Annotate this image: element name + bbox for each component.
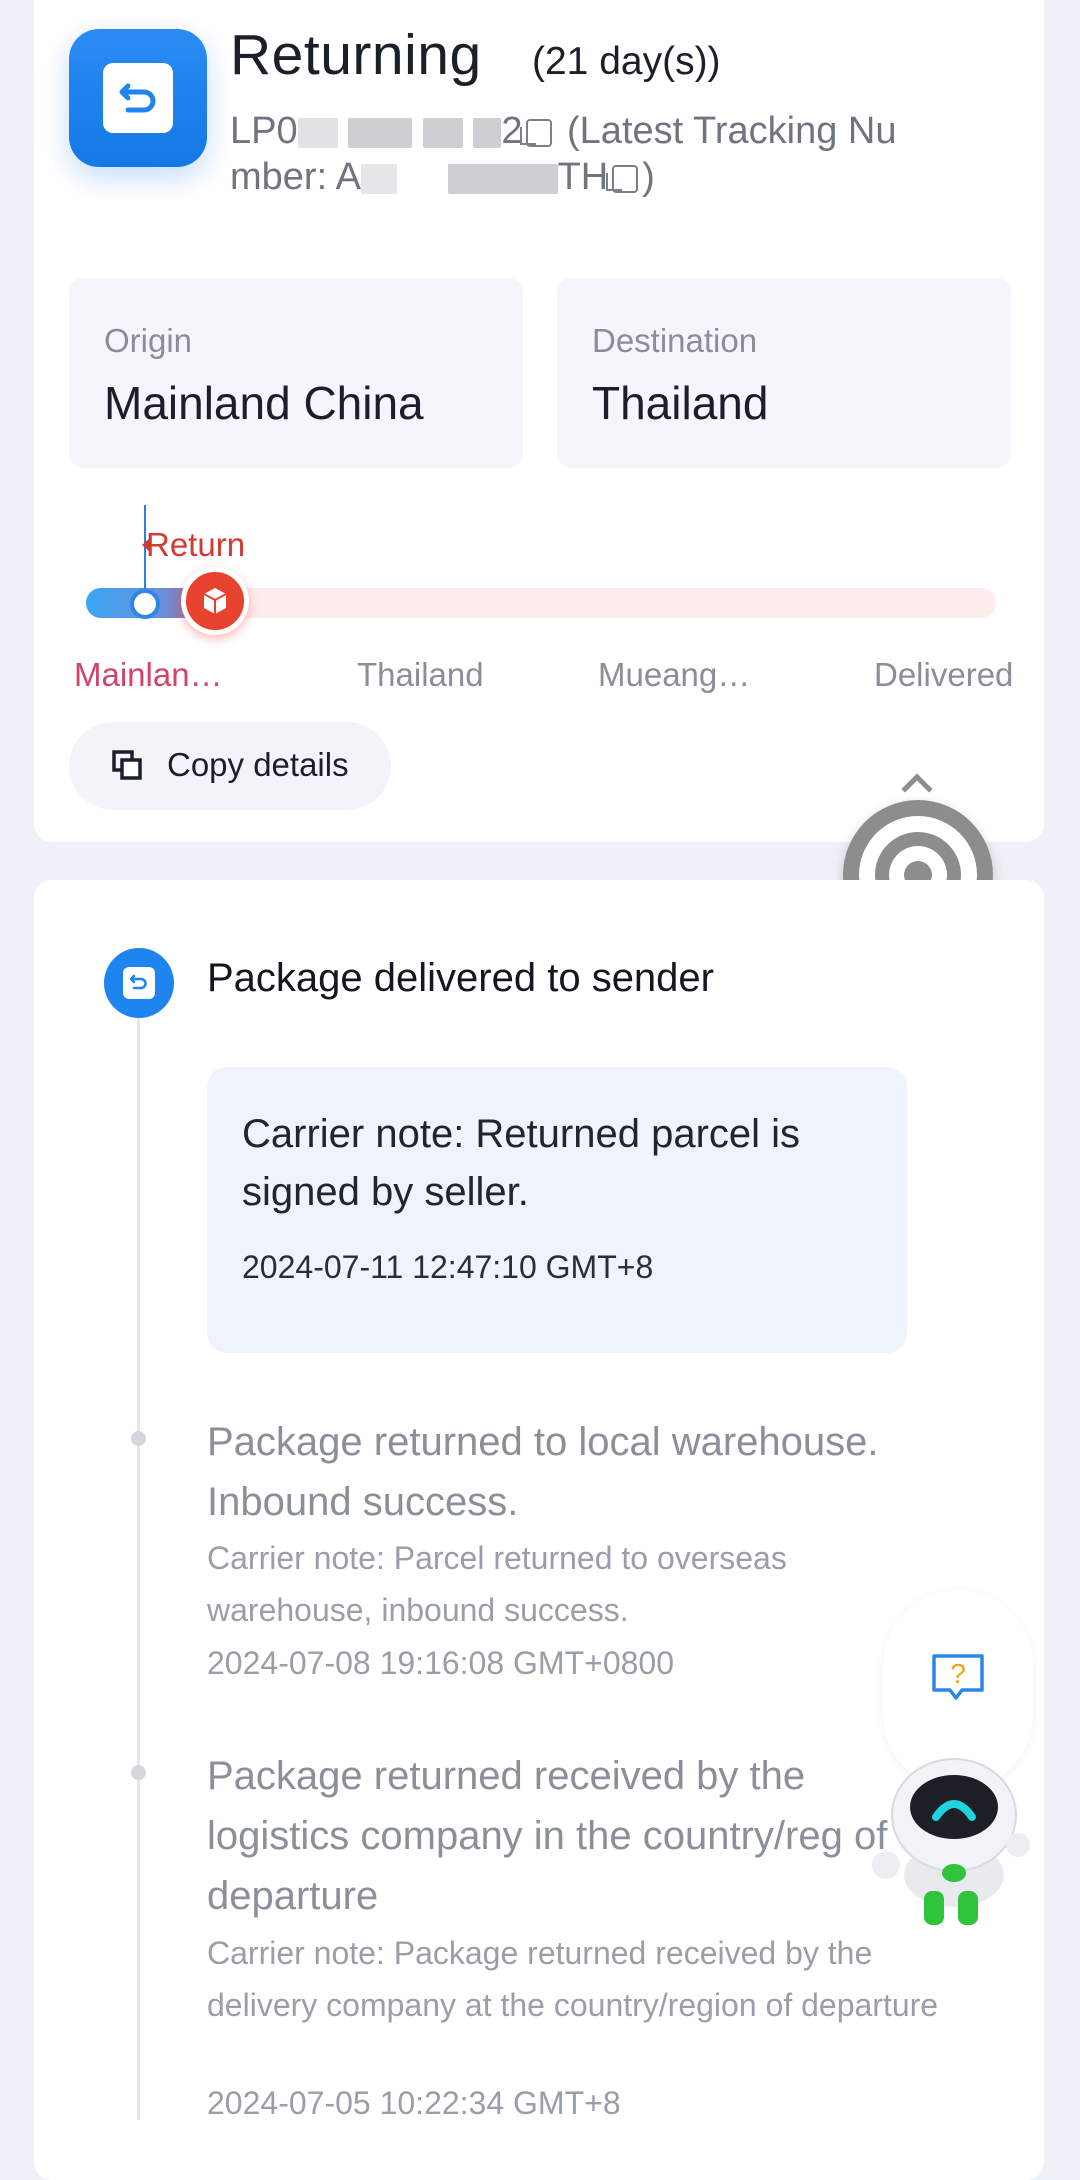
status-days: (21 day(s)) [532, 40, 721, 83]
event-time: 2024-07-08 19:16:08 GMT+0800 [207, 1645, 674, 1681]
copy-icon[interactable] [520, 118, 553, 147]
destination-value: Thailand [592, 377, 769, 429]
latest-tracking-suffix: TH [557, 156, 609, 198]
destination-box: Destination Thailand [557, 278, 1011, 468]
help-icon: ? [932, 1654, 984, 1700]
stop-label-delivered: Delivered [874, 656, 1014, 693]
origin-box: Origin Mainland China [69, 278, 523, 468]
tracking-prefix: LP0 [230, 110, 298, 152]
event-title: Package returned to local warehouse. Inb… [207, 1420, 879, 1524]
tracking-number[interactable]: LP0 2 (Latest Tracking Nu mber: A TH) [230, 108, 1010, 200]
copy-details-label: Copy details [167, 746, 349, 783]
copy-icon[interactable] [606, 164, 639, 193]
current-event-title: Package delivered to sender [207, 956, 714, 1000]
timeline-line [137, 1010, 140, 2120]
copy-details-button[interactable]: Copy details [69, 722, 391, 810]
stop-label-city: Mueang… [598, 656, 751, 693]
svg-text:?: ? [950, 1658, 966, 1689]
tracking-suffix: 2 [501, 110, 523, 152]
return-icon [104, 948, 174, 1018]
status-title: Returning [230, 23, 482, 87]
current-event-note: Carrier note: Returned parcel is signed … [242, 1112, 801, 1214]
progress-dot [130, 589, 160, 619]
robot-mascot[interactable] [862, 1755, 1034, 1930]
current-event-time: 2024-07-11 12:47:10 GMT+8 [242, 1249, 654, 1285]
event-note: Carrier note: Parcel returned to oversea… [207, 1540, 787, 1628]
timeline-dot [131, 1431, 146, 1446]
event-note: Carrier note: Package returned received … [207, 1935, 939, 2023]
stop-label-country: Thailand [357, 656, 484, 693]
origin-label: Origin [104, 322, 193, 359]
package-icon [181, 567, 249, 635]
destination-label: Destination [592, 322, 758, 359]
event-title: Package returned received by the logisti… [207, 1754, 888, 1918]
latest-tracking-label-cont: mber: A [230, 156, 361, 198]
latest-tracking-label: (Latest Tracking Nu [567, 110, 897, 152]
timeline-dot [131, 1765, 146, 1780]
return-status-icon [69, 29, 207, 167]
event-time: 2024-07-05 10:22:34 GMT+8 [207, 2085, 621, 2121]
origin-value: Mainland China [104, 377, 424, 429]
current-event-note-box: Carrier note: Returned parcel is signed … [207, 1067, 907, 1353]
copy-icon [112, 750, 142, 780]
return-tag: Return [141, 526, 246, 563]
stop-label-origin: Mainlan… [74, 656, 223, 693]
